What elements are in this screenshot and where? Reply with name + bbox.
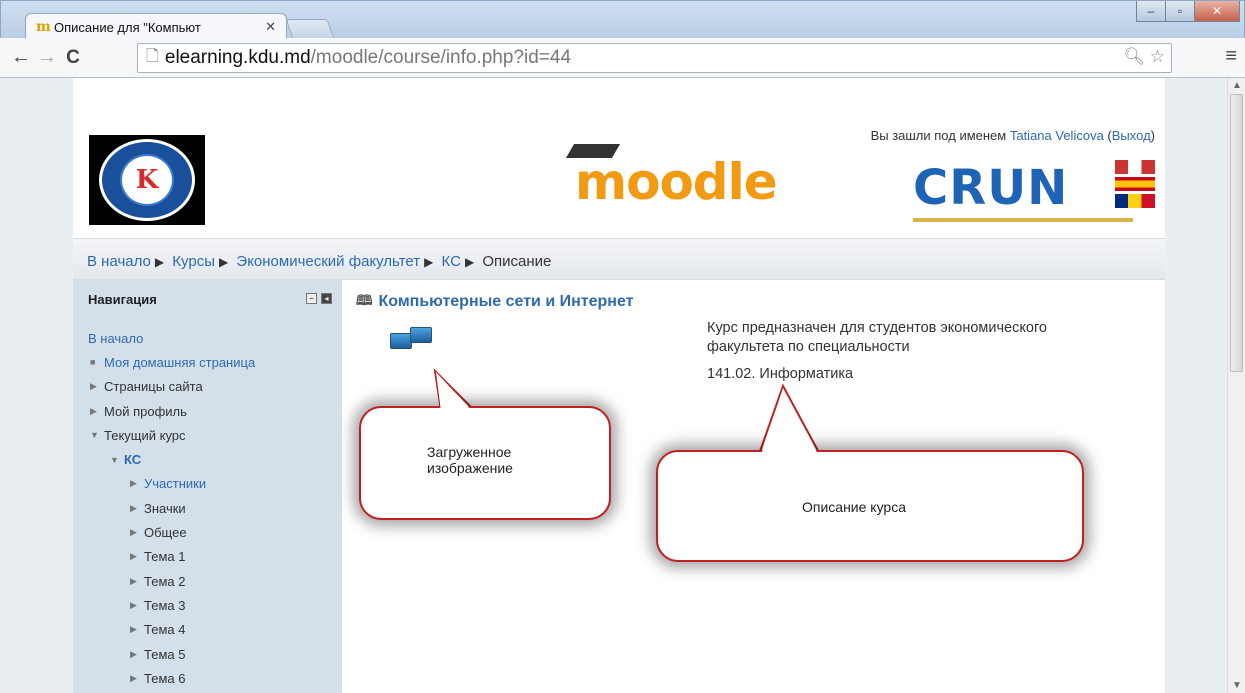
window-titlebar: m Описание для "Компьют ✕ – ▫ ✕ — [0, 0, 1245, 40]
reload-icon[interactable]: C — [60, 47, 86, 69]
breadcrumb-faculty[interactable]: Экономический факультет — [236, 253, 420, 270]
breadcrumb: В начало ▶ Курсы ▶ Экономический факультет… — [73, 238, 1165, 280]
scroll-up-arrow-icon[interactable]: ▲ — [1232, 80, 1242, 91]
breadcrumb-separator-icon: ▶ — [154, 255, 165, 269]
description-text: Курс предназначен для студентов экономич… — [707, 320, 1047, 355]
page-viewport: K moodle CRUN Вы зашли под именем Tatian… — [0, 78, 1227, 693]
navigation-header: Навигация – ◂ — [73, 280, 342, 314]
computer-icon — [410, 327, 432, 343]
course-title[interactable]: 🕮 Компьютерные сети и Интернет — [356, 290, 633, 314]
nav-item-site-pages[interactable]: ▶ Страницы сайта — [73, 375, 342, 399]
collapse-block-icon[interactable]: – — [306, 293, 317, 304]
login-prefix: Вы зашли под именем — [870, 128, 1010, 143]
expand-arrow-icon: ▶ — [130, 527, 137, 538]
expand-arrow-icon: ▶ — [130, 478, 137, 489]
kdu-logo-text: K — [120, 154, 174, 206]
course-image — [388, 327, 434, 361]
dock-block-icon[interactable]: ◂ — [321, 293, 332, 304]
nav-item-current-course[interactable]: ▼ Текущий курс — [73, 423, 342, 447]
breadcrumb-separator-icon: ▶ — [219, 255, 229, 269]
callout-label: Загруженное изображение — [427, 444, 513, 476]
crun-logo-underline — [913, 218, 1133, 222]
flags-icon — [1115, 160, 1155, 220]
nav-item-course-ks[interactable]: ▼ КС — [73, 447, 342, 471]
minimize-icon[interactable]: – — [1136, 1, 1166, 22]
breadcrumb-separator-icon: ▶ — [424, 255, 434, 269]
expand-arrow-icon: ▶ — [130, 648, 137, 659]
expand-arrow-icon: ▶ — [130, 672, 137, 683]
logout-link[interactable]: Выход — [1112, 128, 1151, 143]
close-window-icon[interactable]: ✕ — [1194, 1, 1240, 22]
navigation-tree: В начало ■ Моя домашняя страница ▶ Страниц… — [73, 314, 342, 690]
page-icon: 🗋 — [146, 47, 159, 65]
expand-arrow-icon: ▶ — [130, 551, 137, 562]
breadcrumb-courses[interactable]: Курсы — [172, 253, 215, 270]
computer-icon — [390, 333, 412, 349]
page-header: K moodle CRUN Вы зашли под именем Tatian… — [73, 78, 1165, 238]
collapse-arrow-icon: ▼ — [90, 430, 99, 441]
collapse-arrow-icon: ▼ — [110, 454, 119, 465]
window-controls: – ▫ ✕ — [1136, 1, 1240, 22]
crun-logo: CRUN — [913, 160, 1069, 216]
nav-item-topic-6[interactable]: ▶ Тема 6 — [73, 666, 342, 690]
nav-item-topic-2[interactable]: ▶ Тема 2 — [73, 569, 342, 593]
kdu-seal-icon: K — [99, 139, 195, 221]
callout-label: Описание курса — [802, 499, 907, 515]
expand-arrow-icon: ▶ — [130, 624, 137, 635]
expand-arrow-icon: ▶ — [130, 575, 137, 586]
login-info: Вы зашли под именем Tatiana Velicova (Вы… — [870, 128, 1155, 143]
bullet-icon: ■ — [90, 357, 96, 368]
maximize-icon[interactable]: ▫ — [1165, 1, 1195, 22]
expand-arrow-icon: ▶ — [130, 502, 137, 513]
breadcrumb-home[interactable]: В начало — [87, 253, 151, 270]
vertical-scrollbar[interactable]: ▲ ▼ — [1227, 78, 1245, 693]
nav-item-general[interactable]: ▶ Общее — [73, 520, 342, 544]
nav-item-topic-3[interactable]: ▶ Тема 3 — [73, 593, 342, 617]
tab-close-icon[interactable]: ✕ — [265, 19, 276, 35]
breadcrumb-current: Описание — [482, 253, 552, 270]
callout-course-description: Описание курса — [656, 450, 1084, 562]
breadcrumb-course[interactable]: КС — [442, 253, 461, 270]
nav-item-participants[interactable]: ▶ Участники — [73, 472, 342, 496]
callout-uploaded-image: Загруженное изображение — [359, 406, 611, 520]
expand-arrow-icon: ▶ — [130, 599, 137, 610]
scroll-down-arrow-icon[interactable]: ▼ — [1232, 680, 1242, 691]
expand-arrow-icon: ▶ — [90, 405, 97, 416]
forward-arrow-icon[interactable]: → — [34, 46, 60, 69]
zoom-star-icons[interactable]: 🔍︎ ☆ — [1123, 47, 1165, 67]
course-title-text: Компьютерные сети и Интернет — [378, 293, 634, 310]
url-host: elearning.kdu.md — [164, 47, 311, 68]
moodle-logo[interactable]: moodle — [575, 153, 778, 211]
nav-item-topic-5[interactable]: ▶ Тема 5 — [73, 642, 342, 666]
breadcrumb-separator-icon: ▶ — [464, 255, 475, 269]
url-path: /moodle/course/info.php?id=44 — [310, 47, 572, 68]
moodle-favicon-icon: m — [36, 19, 51, 35]
browser-tab[interactable]: m Описание для "Компьют ✕ — [25, 13, 287, 40]
nav-item-my-profile[interactable]: ▶ Мой профиль — [73, 399, 342, 423]
back-arrow-icon[interactable]: ← — [8, 46, 34, 69]
user-name-link[interactable]: Tatiana Velicova — [1010, 128, 1104, 143]
tab-title: Описание для "Компьют — [54, 19, 201, 35]
expand-arrow-icon: ▶ — [90, 381, 97, 392]
kdu-logo[interactable]: K — [89, 135, 205, 225]
nav-item-topic-4[interactable]: ▶ Тема 4 — [73, 618, 342, 642]
navigation-block: Навигация – ◂ В начало ■ Моя домашняя стр… — [73, 280, 342, 693]
address-bar[interactable]: 🗋 elearning.kdu.md/moodle/course/info.ph… — [137, 43, 1172, 73]
navigation-title: Навигация — [88, 292, 157, 307]
nav-item-home[interactable]: В начало — [73, 326, 342, 350]
moodle-page: K moodle CRUN Вы зашли под именем Tatian… — [73, 78, 1165, 693]
nav-item-badges[interactable]: ▶ Значки — [73, 496, 342, 520]
scroll-thumb[interactable] — [1230, 94, 1243, 372]
browser-toolbar: ← → C 🗋 elearning.kdu.md/moodle/course/i… — [0, 38, 1245, 78]
nav-item-my-home[interactable]: ■ Моя домашняя страница — [73, 350, 342, 374]
nav-item-topic-1[interactable]: ▶ Тема 1 — [73, 545, 342, 569]
menu-icon[interactable]: ≡ — [1225, 45, 1237, 68]
new-tab-button[interactable] — [285, 19, 335, 39]
book-icon: 🕮 — [356, 292, 373, 308]
